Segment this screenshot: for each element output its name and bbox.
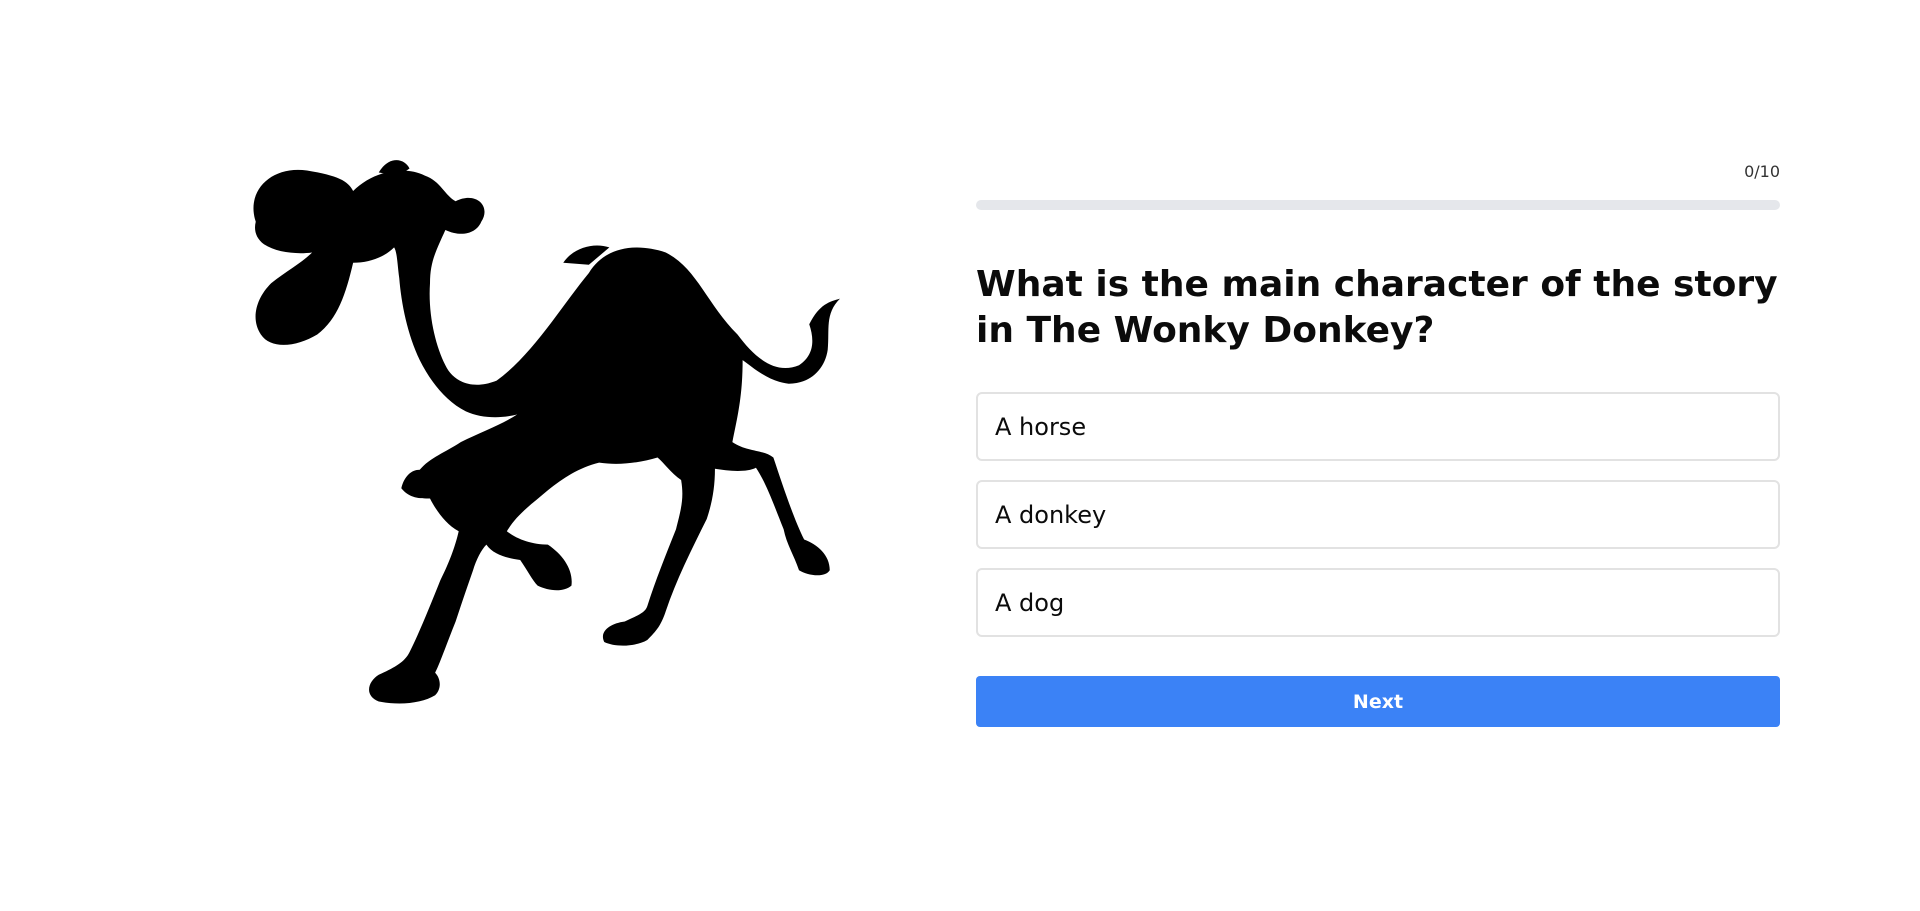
quiz-page: 0/10 What is the main character of the s…: [0, 0, 1920, 911]
progress-header: 0/10: [976, 160, 1780, 182]
answer-option-label: A donkey: [995, 500, 1107, 529]
question-title: What is the main character of the story …: [976, 264, 1778, 351]
camel-silhouette-image: [225, 150, 840, 765]
answer-option-label: A dog: [995, 588, 1065, 617]
progress-counter: 0/10: [1744, 161, 1780, 181]
next-button[interactable]: Next: [976, 676, 1780, 727]
answer-option-label: A horse: [995, 412, 1087, 441]
quiz-panel: 0/10 What is the main character of the s…: [976, 160, 1780, 727]
camel-silhouette-icon: [253, 160, 840, 704]
progress-bar: [976, 200, 1780, 210]
answer-option-horse[interactable]: A horse: [976, 392, 1780, 461]
answer-option-dog[interactable]: A dog: [976, 568, 1780, 637]
answer-options: A horse A donkey A dog: [976, 392, 1780, 637]
answer-option-donkey[interactable]: A donkey: [976, 480, 1780, 549]
